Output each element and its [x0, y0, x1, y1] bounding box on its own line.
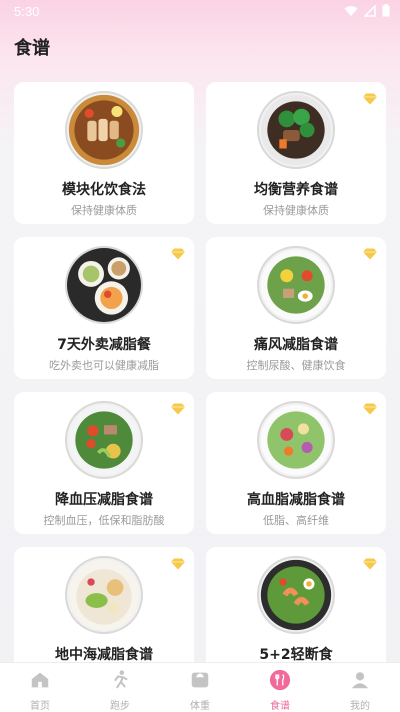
recipe-title: 均衡营养食谱: [254, 182, 338, 198]
bowl-grilled-chicken-icon: [65, 91, 143, 169]
bowl-fresh-salad-icon: [257, 401, 335, 479]
vip-badge-icon: [362, 400, 378, 415]
bowl-egg-salad-icon: [257, 246, 335, 324]
battery-icon: [382, 4, 390, 17]
page-title: 食谱: [14, 38, 50, 59]
recipe-subtitle: 低脂、高纤维: [263, 514, 329, 527]
vip-badge-icon: [362, 555, 378, 570]
vip-badge-icon: [170, 555, 186, 570]
status-time: 5:30: [14, 4, 40, 19]
recipe-card[interactable]: 降血压减脂食谱 控制血压，低保和脂肪酸: [14, 392, 194, 534]
recipe-subtitle: 控制血压，低保和脂肪酸: [43, 514, 165, 527]
recipe-card[interactable]: 高血脂减脂食谱 低脂、高纤维: [206, 392, 386, 534]
takeout-dishes-icon: [65, 246, 143, 324]
recipe-subtitle: 控制尿酸、健康饮食: [246, 359, 346, 372]
recipe-title: 地中海减脂食谱: [55, 647, 153, 663]
tab-label: 首页: [30, 701, 50, 712]
home-icon: [29, 669, 51, 695]
cellular-signal-icon: [364, 4, 376, 17]
bowl-avocado-icon: [65, 556, 143, 634]
scale-icon: [189, 669, 211, 695]
tab-cutlery[interactable]: 食谱: [240, 663, 320, 712]
recipe-card[interactable]: 7天外卖减脂餐 吃外卖也可以健康减脂: [14, 237, 194, 379]
recipe-title: 痛风减脂食谱: [254, 337, 338, 353]
recipe-subtitle: 保持健康体质: [71, 204, 137, 217]
status-bar: 5:30: [0, 0, 400, 24]
recipe-card[interactable]: 模块化饮食法 保持健康体质: [14, 82, 194, 224]
recipe-title: 降血压减脂食谱: [55, 492, 153, 508]
recipe-title: 7天外卖减脂餐: [57, 337, 151, 353]
vip-badge-icon: [362, 90, 378, 105]
bowl-broccoli-beef-icon: [257, 91, 335, 169]
cutlery-icon: [269, 669, 291, 695]
bowl-vegetable-salad-icon: [65, 401, 143, 479]
running-icon: [109, 669, 131, 695]
vip-badge-icon: [170, 245, 186, 260]
status-icons: [344, 4, 390, 17]
recipe-card[interactable]: 痛风减脂食谱 控制尿酸、健康饮食: [206, 237, 386, 379]
bottom-tab-bar: 首页 跑步 体重 食谱 我的: [0, 662, 400, 712]
recipe-subtitle: 保持健康体质: [263, 204, 329, 217]
recipe-title: 5+2轻断食: [259, 647, 333, 663]
recipe-title: 高血脂减脂食谱: [247, 492, 345, 508]
wifi-icon: [344, 5, 358, 16]
recipe-title: 模块化饮食法: [62, 182, 146, 198]
tab-label: 体重: [190, 701, 210, 712]
tab-label: 跑步: [110, 701, 130, 712]
profile-icon: [349, 669, 371, 695]
tab-home[interactable]: 首页: [0, 663, 80, 712]
bowl-shrimp-egg-icon: [257, 556, 335, 634]
vip-badge-icon: [362, 245, 378, 260]
tab-running[interactable]: 跑步: [80, 663, 160, 712]
tab-profile[interactable]: 我的: [320, 663, 400, 712]
tab-label: 食谱: [270, 701, 290, 712]
tab-label: 我的: [350, 701, 370, 712]
tab-scale[interactable]: 体重: [160, 663, 240, 712]
recipe-card[interactable]: 均衡营养食谱 保持健康体质: [206, 82, 386, 224]
recipe-subtitle: 吃外卖也可以健康减脂: [49, 359, 159, 372]
vip-badge-icon: [170, 400, 186, 415]
